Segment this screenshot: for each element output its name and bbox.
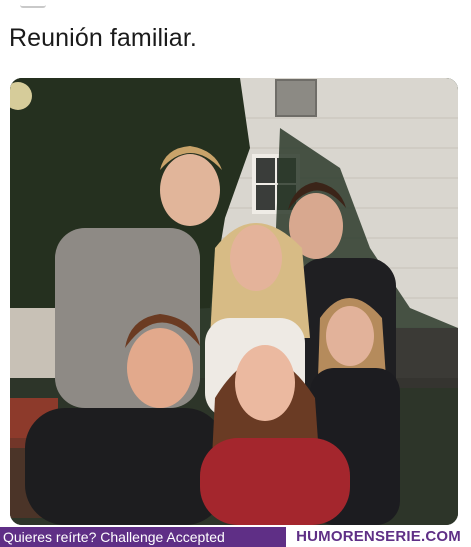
post-caption: Reunión familiar. xyxy=(9,24,197,52)
watermark-question: Quieres reírte? Challenge Accepted xyxy=(3,529,225,545)
person-face xyxy=(160,154,220,226)
person-sweater-red xyxy=(200,438,350,525)
post-page: Reunión familiar. Quieres reírte? Challe… xyxy=(0,0,471,547)
person-face xyxy=(127,328,193,408)
post-image[interactable] xyxy=(10,78,458,525)
person-face xyxy=(235,345,295,421)
person-face xyxy=(326,306,374,366)
person-face xyxy=(230,225,282,291)
family-photo xyxy=(10,78,458,525)
house-vent xyxy=(275,79,317,117)
watermark-site-link[interactable]: HUMORENSERIE.COM xyxy=(286,527,471,547)
person-tshirt-black xyxy=(25,408,225,525)
avatar-fragment-icon xyxy=(20,0,46,8)
